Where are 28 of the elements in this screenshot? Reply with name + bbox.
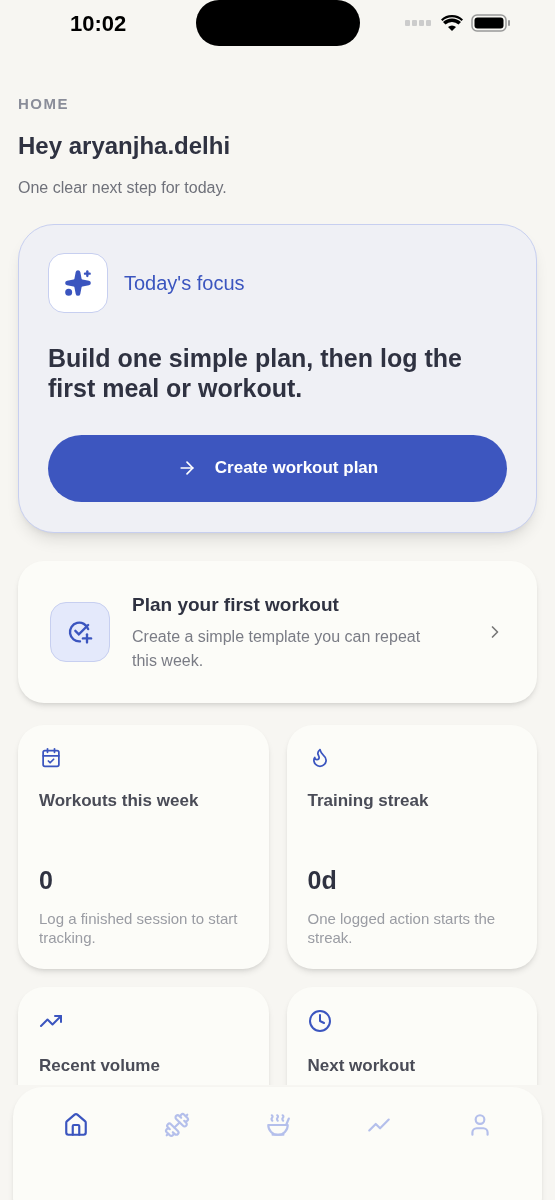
- next-step-description: Create a simple template you can repeat this week.: [132, 627, 422, 671]
- subtitle: One clear next step for today.: [18, 177, 228, 198]
- home-icon: [62, 1112, 89, 1138]
- wifi-icon: [441, 14, 463, 32]
- greeting-title: Hey aryanjha.delhi: [18, 130, 232, 161]
- next-step-title: Plan your first workout: [132, 592, 340, 617]
- bowl-icon: [264, 1112, 291, 1138]
- stat-title: Next workout: [307, 1055, 417, 1077]
- next-step-card[interactable]: Plan your first workout Create a simple template you can repeat this week.: [18, 560, 537, 703]
- stat-title: Workouts this week: [39, 790, 200, 812]
- sparkles-icon: [48, 252, 108, 313]
- status-time: 10:02: [70, 9, 127, 38]
- stat-value: 0d: [307, 864, 338, 896]
- clock-icon: [307, 1009, 332, 1033]
- battery-icon: [471, 14, 511, 32]
- dumbbell-icon: [163, 1112, 190, 1138]
- check-plus-icon: [50, 601, 110, 662]
- stat-title: Recent volume: [39, 1055, 161, 1077]
- focus-headline: Build one simple plan, then log the first meal or workout.: [48, 342, 463, 403]
- section-label: HOME: [18, 94, 70, 114]
- calendar-check-icon: [39, 747, 63, 768]
- stat-note: Log a finished session to start tracking.: [39, 909, 239, 947]
- focus-label: Today's focus: [124, 270, 245, 296]
- create-plan-button[interactable]: Create workout plan: [48, 434, 507, 502]
- stat-title: Training streak: [307, 790, 430, 812]
- stat-note: One logged action starts the streak.: [307, 909, 497, 947]
- stat-value: 0: [39, 864, 54, 896]
- signal-icon: [405, 20, 433, 26]
